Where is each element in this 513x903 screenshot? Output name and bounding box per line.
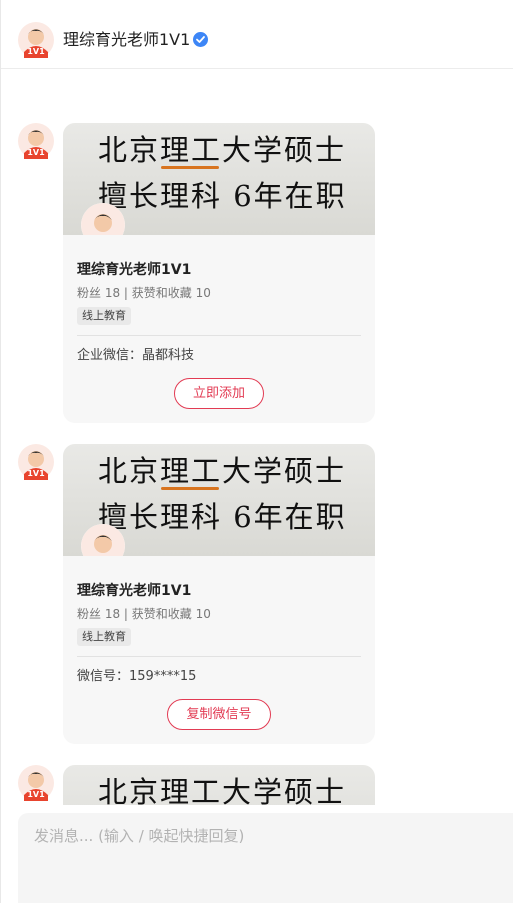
banner-line-1: 北京理工大学硕士 xyxy=(98,775,347,805)
message-input[interactable] xyxy=(18,813,513,903)
message-composer xyxy=(18,813,513,903)
divider xyxy=(77,335,361,336)
card-info: 企业微信：晶都科技 xyxy=(77,348,195,363)
add-now-button[interactable]: 立即添加 xyxy=(173,378,264,409)
page-title: 理综育光老师1V1 xyxy=(63,30,191,49)
avatar[interactable]: 1V1 xyxy=(18,444,54,480)
card-name: 理综育光老师1V1 xyxy=(77,262,192,278)
banner-line-2: 擅长理科 6年在职 xyxy=(98,500,347,534)
contact-card[interactable]: 北京理工大学硕士 擅长理科 6年在职 理综育光老师1V1 粉丝 18 | 获赞和… xyxy=(63,123,375,423)
verified-badge-icon xyxy=(193,32,208,47)
banner-underline xyxy=(161,166,219,169)
card-info: 微信号：159****15 xyxy=(77,669,197,684)
copy-wechat-button[interactable]: 复制微信号 xyxy=(167,699,271,730)
card-banner: 北京理工大学硕士 xyxy=(63,765,375,805)
card-tag: 线上教育 xyxy=(77,307,131,325)
banner-underline xyxy=(161,487,219,490)
card-stats: 粉丝 18 | 获赞和收藏 10 xyxy=(77,286,211,300)
card-tag: 线上教育 xyxy=(77,628,131,646)
card-banner: 北京理工大学硕士 擅长理科 6年在职 xyxy=(63,444,375,556)
avatar[interactable]: 1V1 xyxy=(18,765,54,801)
contact-card[interactable]: 北京理工大学硕士 xyxy=(63,765,375,805)
chat-header: 1V1 理综育光老师1V1 xyxy=(1,0,513,69)
chat-window: 1V1 理综育光老师1V1 1V1 北京理工大学硕士 擅长理科 6年在职 理综育… xyxy=(0,0,513,903)
avatar[interactable]: 1V1 xyxy=(18,22,54,58)
svg-text:1V1: 1V1 xyxy=(27,790,45,799)
card-stats: 粉丝 18 | 获赞和收藏 10 xyxy=(77,607,211,621)
svg-text:1V1: 1V1 xyxy=(27,469,45,478)
divider xyxy=(77,656,361,657)
banner-line-1: 北京理工大学硕士 xyxy=(98,133,347,167)
banner-line-2: 擅长理科 6年在职 xyxy=(98,179,347,213)
svg-text:1V1: 1V1 xyxy=(27,47,45,56)
banner-line-1: 北京理工大学硕士 xyxy=(98,454,347,488)
avatar[interactable]: 1V1 xyxy=(18,123,54,159)
card-name: 理综育光老师1V1 xyxy=(77,583,192,599)
message-list[interactable]: 1V1 北京理工大学硕士 擅长理科 6年在职 理综育光老师1V1 粉丝 18 |… xyxy=(1,70,513,805)
svg-text:1V1: 1V1 xyxy=(27,148,45,157)
card-banner: 北京理工大学硕士 擅长理科 6年在职 xyxy=(63,123,375,235)
contact-card[interactable]: 北京理工大学硕士 擅长理科 6年在职 理综育光老师1V1 粉丝 18 | 获赞和… xyxy=(63,444,375,744)
